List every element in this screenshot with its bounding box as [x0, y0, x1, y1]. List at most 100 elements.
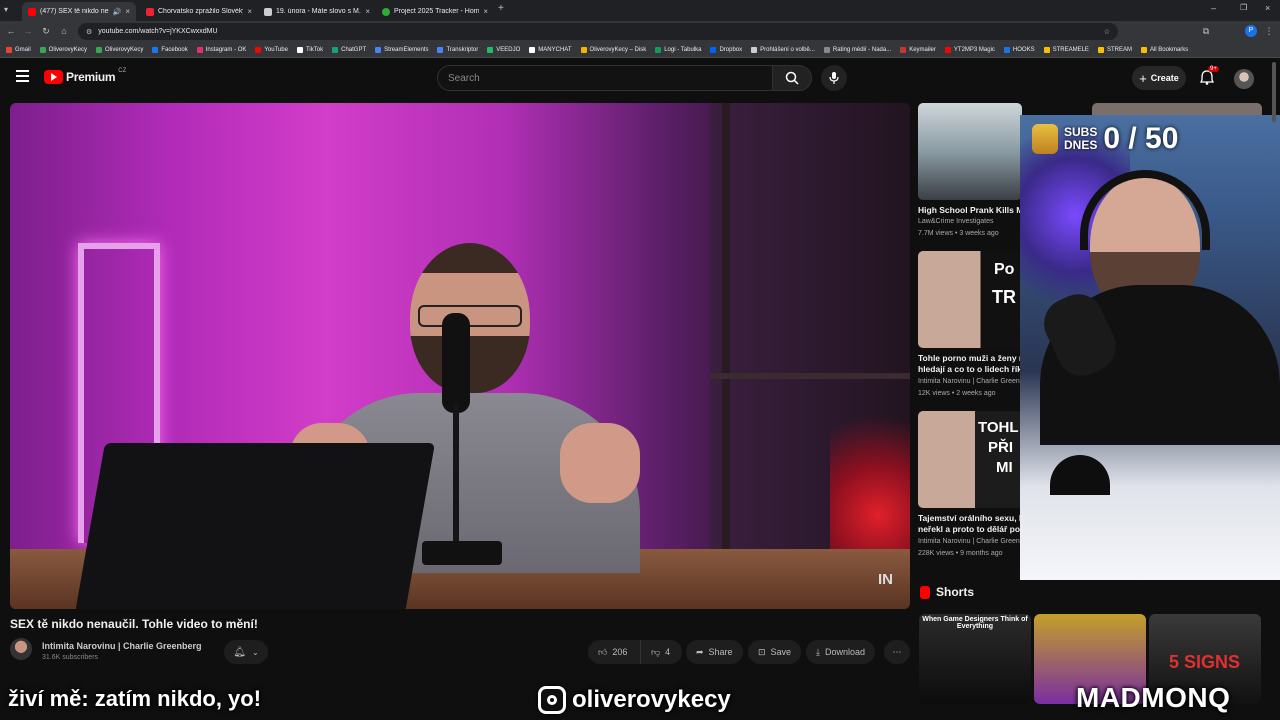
browser-tab-4[interactable]: Project 2025 Tracker - Home × [376, 2, 494, 21]
bookmark-item[interactable]: OliverovyKecy – Disk [580, 46, 646, 53]
account-avatar[interactable] [1234, 69, 1254, 89]
notification-badge: 9+ [1208, 66, 1219, 72]
streamer-webcam [1020, 115, 1280, 580]
bookmark-item[interactable]: Dropbox [710, 46, 742, 53]
minimize-icon[interactable]: – [1211, 3, 1216, 13]
microphone-icon [829, 72, 839, 84]
instagram-icon [538, 686, 566, 714]
recommendation-title-line2[interactable]: neřekl a proto to dělář poř [918, 524, 1022, 535]
address-bar[interactable]: ⚙ youtube.com/watch?v=jYKXCwxxdMU ☆ [78, 23, 1118, 40]
new-tab-button[interactable]: + [498, 3, 504, 14]
dislike-button[interactable]: 👎︎ 4 [640, 640, 682, 664]
bookmark-label: OliverovyKecy [105, 46, 144, 53]
close-tab-icon[interactable]: × [483, 7, 488, 16]
bookmark-item[interactable]: STREAM [1097, 46, 1132, 53]
browser-tab-1[interactable]: (477) SEX tě nikdo nenaučil... 🔊 × [22, 2, 136, 21]
shorts-item[interactable]: When Game Designers Think of Everything [919, 614, 1031, 704]
channel-avatar[interactable] [10, 638, 32, 660]
shorts-header: Shorts [920, 585, 974, 599]
search-button[interactable] [772, 65, 812, 91]
close-window-icon[interactable]: × [1265, 3, 1270, 13]
voice-search-button[interactable] [821, 65, 847, 91]
close-tab-icon[interactable]: × [247, 7, 252, 16]
recommendation-title[interactable]: Tajemství orálního sexu, k... [918, 513, 1022, 524]
channel-watermark[interactable]: IN [878, 571, 893, 588]
subscribe-bell-button[interactable]: 🔔︎ ⌄ [224, 640, 268, 664]
laptop [75, 443, 435, 609]
recommendation-title[interactable]: Tohle porno muži a ženy n... [918, 353, 1022, 364]
bookmark-item[interactable]: STREAMELE [1043, 46, 1089, 53]
bookmark-item[interactable]: Gmail [6, 46, 31, 53]
bookmark-item[interactable]: YT2MP3 Magic [944, 46, 995, 53]
recommendation-meta: 7.7M views • 3 weeks ago [918, 230, 999, 237]
youtube-logo[interactable]: Premium CZ [44, 68, 126, 84]
bookmark-item[interactable]: All Bookmarks [1140, 46, 1188, 53]
reload-icon[interactable]: ↻ [40, 25, 52, 37]
browser-tab-bar: ▾ (477) SEX tě nikdo nenaučil... 🔊 × Cho… [0, 0, 1280, 21]
share-button[interactable]: ➦ Share [686, 640, 743, 664]
more-actions-button[interactable]: ⋯ [884, 640, 910, 664]
bookmark-item[interactable]: OliverovyKecy [96, 46, 144, 53]
bookmark-label: MANYCHAT [538, 46, 572, 53]
extensions-icon[interactable]: ⧉ [1200, 25, 1212, 37]
hamburger-menu-icon[interactable] [16, 70, 29, 82]
bookmark-item[interactable]: YouTube [255, 46, 288, 53]
video-thumbnail[interactable] [918, 103, 1022, 200]
download-button[interactable]: ⤓ Download [806, 640, 876, 664]
bookmark-item[interactable]: Prohlášení o volbě... [751, 46, 815, 53]
audio-icon: 🔊 [112, 8, 122, 16]
maximize-icon[interactable]: ❐ [1240, 3, 1247, 12]
shorts-caption: When Game Designers Think of Everything [922, 616, 1028, 630]
browser-tab-2[interactable]: Chorvatsko zpražilo Slovéky a... × [140, 2, 258, 21]
bookmark-item[interactable]: MANYCHAT [529, 46, 572, 53]
url-text: youtube.com/watch?v=jYKXCwxxdMU [98, 28, 218, 35]
notifications-button[interactable]: 9+ [1199, 66, 1219, 86]
bookmark-label: Instagram - OK [205, 46, 247, 53]
home-icon[interactable]: ⌂ [58, 25, 70, 37]
profile-avatar[interactable]: P [1245, 25, 1257, 37]
create-button[interactable]: + Create [1132, 66, 1186, 90]
youtube-play-icon [44, 70, 63, 84]
bookmark-item[interactable]: Instagram - OK [196, 46, 247, 53]
recommendation-channel[interactable]: Intimita Narovinu | Charlie Green [918, 378, 1020, 385]
bookmark-item[interactable]: TikTok [296, 46, 323, 53]
browser-tab-3[interactable]: 19. února - Máte slovo s M. Jílko... × [258, 2, 376, 21]
like-button[interactable]: 👍︎ 206 [588, 640, 640, 664]
menu-dots-icon[interactable]: ⋮ [1263, 25, 1275, 37]
forward-icon[interactable]: → [22, 25, 34, 37]
save-button[interactable]: ⊡ Save [748, 640, 802, 664]
recommendation-channel[interactable]: Intimita Narovinu | Charlie Green [918, 538, 1020, 545]
microphone-base [422, 541, 502, 565]
search-input[interactable]: Search [437, 65, 773, 91]
bookmark-item[interactable]: StreamElements [375, 46, 428, 53]
bookmark-item[interactable]: Facebook [152, 46, 188, 53]
video-thumbnail[interactable]: TOHL PŘI MI [918, 411, 1022, 508]
bookmark-item[interactable]: Logi - Tabulka [655, 46, 701, 53]
bookmark-item[interactable]: OliverovyKecy [39, 46, 87, 53]
video-player[interactable]: IN [10, 103, 910, 609]
thumbnail-text: Po [994, 261, 1015, 278]
recommendation-title-line2[interactable]: hledají a co to o lidech říká [918, 364, 1022, 375]
bookmark-star-icon[interactable]: ☆ [1104, 28, 1110, 36]
back-icon[interactable]: ← [5, 25, 17, 37]
bookmark-label: VEEDJO [496, 46, 521, 53]
thumbs-up-icon: 👍︎ [598, 646, 608, 657]
page-scrollbar[interactable] [1272, 62, 1276, 122]
recommendation-channel[interactable]: Law&Crime Investigates [918, 218, 993, 225]
video-thumbnail[interactable]: Po TR [918, 251, 1022, 348]
bookmark-item[interactable]: Transkriptor [437, 46, 478, 53]
bookmark-item[interactable]: HOOKS [1003, 46, 1035, 53]
bookmark-item[interactable]: Keymailer [900, 46, 936, 53]
channel-name[interactable]: Intimita Narovinu | Charlie Greenberg [42, 641, 202, 651]
close-tab-icon[interactable]: × [365, 7, 370, 16]
browser-toolbar: ← → ↻ ⌂ ⚙ youtube.com/watch?v=jYKXCwxxdM… [0, 21, 1280, 42]
bookmark-item[interactable]: ChatGPT [332, 46, 366, 53]
site-info-icon[interactable]: ⚙ [86, 28, 92, 36]
recommendation-title[interactable]: High School Prank Kills Mo... [918, 205, 1022, 216]
bookmark-item[interactable]: Rating médií - Nada... [823, 46, 891, 53]
tab-list-icon[interactable]: ▾ [4, 5, 14, 15]
bookmark-label: Gmail [15, 46, 31, 53]
bookmark-label: Facebook [161, 46, 188, 53]
close-tab-icon[interactable]: × [125, 7, 130, 16]
bookmark-item[interactable]: VEEDJO [487, 46, 521, 53]
